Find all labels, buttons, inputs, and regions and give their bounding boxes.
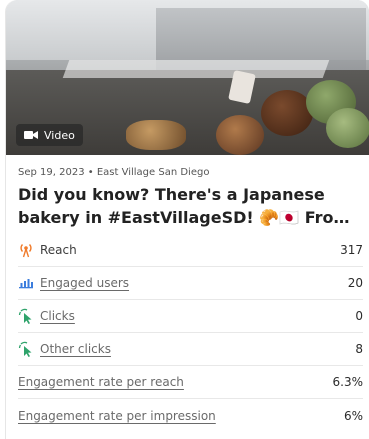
video-badge: Video <box>16 124 83 146</box>
cursor-click-icon <box>18 341 34 357</box>
thumbnail-pastry <box>326 108 369 148</box>
thumbnail-pastry <box>216 115 264 155</box>
metric-label-link[interactable]: Clicks <box>40 309 75 323</box>
metric-row-clicks[interactable]: Clicks 0 <box>18 300 363 333</box>
meta-separator: • <box>87 167 97 178</box>
metric-value: 6% <box>343 408 363 423</box>
metric-label-link[interactable]: Engaged users <box>40 276 129 290</box>
metric-row-engagement-rate-reach[interactable]: Engagement rate per reach 6.3% <box>18 366 363 399</box>
metric-value: 6.3% <box>332 375 364 389</box>
video-camera-icon <box>24 131 38 139</box>
cursor-click-icon <box>18 308 34 324</box>
post-title-line-2: bakery in #EastVillageSD! 🥐🇯🇵 Fro… <box>18 208 350 227</box>
broadcast-icon <box>18 242 34 258</box>
thumbnail-pastry <box>261 90 313 136</box>
metric-label: Reach <box>40 243 77 257</box>
metric-value: 8 <box>355 342 363 356</box>
post-meta: Sep 19, 2023 • East Village San Diego <box>18 167 209 178</box>
post-card[interactable]: Video Sep 19, 2023 • East Village San Di… <box>5 0 369 439</box>
metric-value: 317 <box>340 243 363 257</box>
metric-row-reach: Reach 317 <box>18 234 363 267</box>
metric-row-engagement-rate-impression[interactable]: Engagement rate per impression 6% <box>18 399 363 432</box>
video-badge-label: Video <box>44 128 75 142</box>
metric-row-engaged-users[interactable]: Engaged users 20 <box>18 267 363 300</box>
post-title-line-1: Did you know? There's a Japanese <box>18 185 325 204</box>
metric-label-link[interactable]: Engagement rate per impression <box>18 409 216 423</box>
metrics-list: Reach 317 Engaged users 20 Clicks 0 Othe… <box>18 234 363 432</box>
thumbnail-pastry <box>126 120 186 150</box>
post-date: Sep 19, 2023 <box>18 167 85 178</box>
metric-value: 0 <box>355 309 363 323</box>
metric-row-other-clicks[interactable]: Other clicks 8 <box>18 333 363 366</box>
bar-chart-icon <box>18 275 34 291</box>
metric-label-link[interactable]: Engagement rate per reach <box>18 375 184 389</box>
post-thumbnail[interactable]: Video <box>6 0 369 155</box>
post-title[interactable]: Did you know? There's a Japanese bakery … <box>18 183 363 229</box>
metric-value: 20 <box>347 276 363 290</box>
thumbnail-glass <box>62 60 330 78</box>
metric-label-link[interactable]: Other clicks <box>40 342 111 356</box>
post-location: East Village San Diego <box>96 167 210 178</box>
